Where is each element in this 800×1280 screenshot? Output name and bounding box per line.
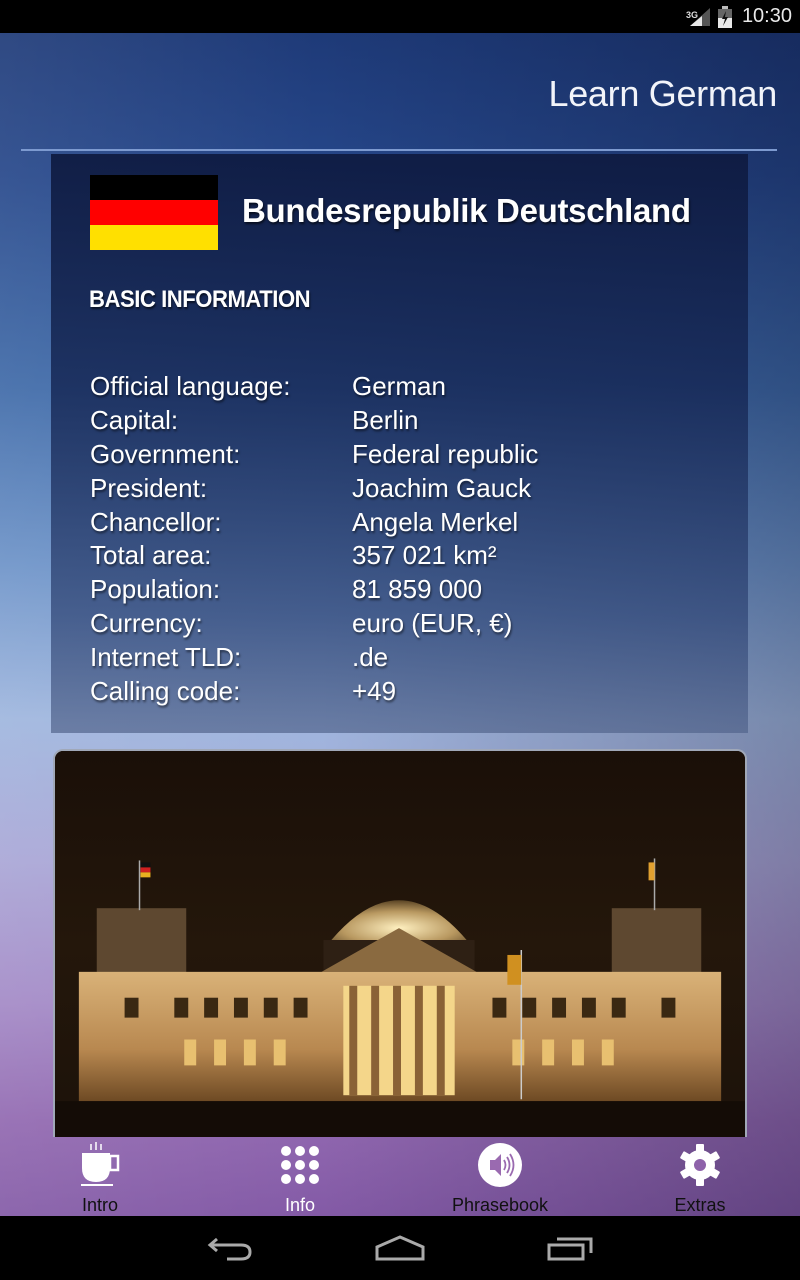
system-nav-bar — [0, 1216, 800, 1280]
home-button[interactable] — [365, 1228, 435, 1268]
fact-label: Official language: — [90, 371, 291, 402]
fact-value: German — [352, 371, 446, 402]
flag-stripe-black — [90, 175, 218, 200]
tab-info[interactable]: Info — [200, 1137, 400, 1216]
fact-row-capital: Capital: Berlin — [90, 404, 730, 438]
fact-label: Capital: — [90, 405, 179, 436]
fact-row-total-area: Total area: 357 021 km² — [90, 539, 730, 573]
tab-intro[interactable]: Intro — [0, 1137, 200, 1216]
recent-apps-button[interactable] — [535, 1228, 605, 1268]
fact-label: Population: — [90, 574, 221, 605]
reichstag-photo — [53, 749, 747, 1137]
fact-value: +49 — [352, 675, 397, 706]
status-bar: 3G 10:30 — [0, 0, 800, 33]
fact-value: 81 859 000 — [352, 574, 483, 605]
tab-label: Intro — [81, 1195, 119, 1215]
speaker-icon — [477, 1142, 523, 1188]
fact-row-president: President: Joachim Gauck — [90, 471, 730, 505]
tab-phrasebook[interactable]: Phrasebook — [400, 1137, 600, 1216]
fact-value: .de — [352, 641, 389, 672]
flag-stripe-red — [90, 200, 218, 225]
grid-dots-icon — [277, 1142, 323, 1188]
fact-row-internet-tld: Internet TLD: .de — [90, 640, 730, 674]
tab-label: Phrasebook — [451, 1195, 549, 1215]
fact-label: Calling code: — [90, 675, 241, 706]
fact-label: Currency: — [90, 607, 203, 638]
fact-value: Federal republic — [352, 438, 539, 469]
fact-label: Chancellor: — [90, 506, 222, 537]
facts-list: Official language: German Capital: Berli… — [90, 370, 730, 708]
tab-label: Extras — [674, 1195, 726, 1215]
section-heading: BASIC INFORMATION — [89, 286, 311, 313]
country-name: Bundesrepublik Deutschland — [242, 192, 691, 229]
home-icon — [375, 1235, 425, 1261]
fact-value: 357 021 km² — [352, 540, 497, 571]
fact-row-population: Population: 81 859 000 — [90, 573, 730, 607]
gear-icon — [677, 1142, 723, 1188]
fact-row-calling-code: Calling code: +49 — [90, 674, 730, 708]
fact-label: Government: — [90, 438, 241, 469]
fact-row-chancellor: Chancellor: Angela Merkel — [90, 505, 730, 539]
fact-value: Angela Merkel — [352, 506, 519, 537]
flag-stripe-gold — [90, 225, 218, 250]
bottom-tab-bar: Intro Info Phrasebook Extras — [0, 1137, 800, 1216]
signal-icon: 3G — [685, 6, 712, 28]
coffee-cup-icon — [77, 1142, 123, 1188]
app-screen: Learn German Bundesrepublik Deutschland … — [0, 33, 800, 1216]
photo-image — [55, 751, 745, 1137]
fact-row-government: Government: Federal republic — [90, 438, 730, 472]
fact-value: Joachim Gauck — [352, 472, 532, 503]
germany-flag-icon — [90, 175, 218, 250]
fact-label: Total area: — [90, 540, 212, 571]
fact-row-official-language: Official language: German — [90, 370, 730, 404]
fact-value: Berlin — [352, 405, 419, 436]
back-button[interactable] — [195, 1228, 265, 1268]
app-title: Learn German — [548, 73, 777, 114]
fact-label: President: — [90, 472, 208, 503]
country-info-card: Bundesrepublik Deutschland BASIC INFORMA… — [51, 154, 748, 733]
tab-label: Info — [284, 1195, 316, 1215]
fact-value: euro (EUR, €) — [352, 607, 513, 638]
battery-charging-icon — [717, 5, 732, 28]
network-type: 3G — [685, 9, 698, 20]
recent-apps-icon — [547, 1237, 593, 1261]
status-time: 10:30 — [741, 5, 792, 27]
tab-extras[interactable]: Extras — [600, 1137, 800, 1216]
fact-row-currency: Currency: euro (EUR, €) — [90, 607, 730, 641]
title-divider — [21, 149, 777, 151]
fact-label: Internet TLD: — [90, 641, 242, 672]
back-icon — [207, 1237, 252, 1261]
